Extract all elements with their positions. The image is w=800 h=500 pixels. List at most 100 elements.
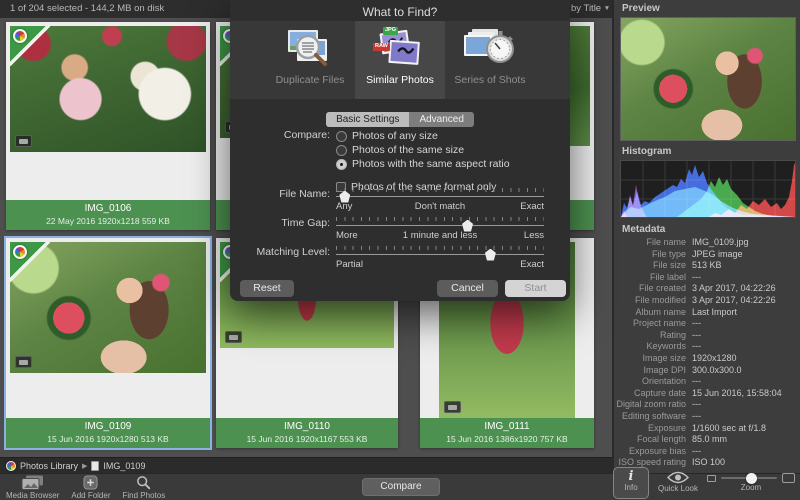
card-footer: IMG_0111 15 Jun 2016 1386x1920 757 KB [420,418,594,448]
format-badge-icon [15,135,32,147]
bottom-toolbar: Media Browser Add Folder Find Photos Com… [0,473,800,500]
photo-card-selected[interactable]: IMG_0109 15 Jun 2016 1920x1280 513 KB [6,238,210,448]
reset-button[interactable]: Reset [240,280,294,297]
breadcrumb: Photos Library ▶ IMG_0109 [0,457,612,473]
photo-thumbnail [10,242,206,373]
media-browser-button[interactable]: Media Browser [6,475,59,500]
radio-any-size[interactable]: Photos of any size [336,129,544,143]
photos-ribbon-icon [10,242,50,282]
radio-icon-selected[interactable] [336,159,347,170]
photos-ribbon-icon [10,26,50,66]
histogram [620,160,796,218]
jpg-badge: JPG [383,27,398,35]
sort-dropdown[interactable]: by Title ▼ [571,0,610,18]
search-icon [136,475,151,490]
format-badge-icon [225,331,242,343]
zoom-label: Zoom [741,483,761,492]
file-details: 15 Jun 2016 1920x1167 553 KB [216,432,398,444]
file-details: 15 Jun 2016 1920x1280 513 KB [6,432,210,444]
metadata-row: File created3 Apr 2017, 04:22:26 [614,283,798,295]
time-gap-slider[interactable]: More 1 minute and less Less [336,217,544,241]
metadata-header: Metadata [622,224,665,235]
add-folder-button[interactable]: Add Folder [71,475,110,500]
metadata-row: File nameIMG_0109.jpg [614,237,798,249]
metadata-row: Editing software--- [614,411,798,423]
metadata-row: Image size1920x1280 [614,353,798,365]
zoom-slider-knob[interactable] [746,473,757,484]
cancel-button[interactable]: Cancel [437,280,498,297]
file-details: 15 Jun 2016 1386x1920 757 KB [420,432,594,444]
metadata-row: File size513 KB [614,260,798,272]
slider-track[interactable] [336,196,544,197]
file-name: IMG_0109 [6,418,210,432]
photo-card[interactable]: IMG_0106 22 May 2016 1920x1218 559 KB [6,22,210,230]
slider-center-label: 1 minute and less [336,230,544,241]
file-name: IMG_0111 [420,418,594,432]
breadcrumb-arrow-icon: ▶ [82,462,87,470]
card-footer: IMG_0109 15 Jun 2016 1920x1280 513 KB [6,418,210,448]
slider-knob[interactable] [485,249,496,261]
zoom-in-icon [782,473,795,483]
metadata-row: Exposure bias--- [614,446,798,458]
time-gap-slider-label: Time Gap: [230,217,330,229]
card-footer: IMG_0110 15 Jun 2016 1920x1167 553 KB [216,418,398,448]
mode-similar-photos[interactable]: JPG RAW Similar Photos [355,21,445,99]
slider-center-label: Don't match [336,201,544,212]
metadata-row: Capture date15 Jun 2016, 15:58:04 [614,388,798,400]
slider-track[interactable] [336,254,544,255]
slider-track[interactable] [336,225,544,226]
inspector-sidebar: Preview Histogram Metadata File na [612,0,800,473]
file-details: 22 May 2016 1920x1218 559 KB [6,214,210,226]
compare-button[interactable]: Compare [362,478,440,496]
zoom-out-icon [707,475,716,482]
file-name: IMG_0106 [6,200,210,214]
settings-tabs: Basic Settings Advanced [230,112,570,127]
matching-level-slider[interactable]: Partial Exact [336,246,544,270]
metadata-row: Keywords--- [614,341,798,353]
zoom-control: Zoom [707,467,795,492]
card-footer: IMG_0106 22 May 2016 1920x1218 559 KB [6,200,210,230]
tab-advanced[interactable]: Advanced [409,112,473,127]
metadata-row: Orientation--- [614,376,798,388]
radio-same-aspect-ratio[interactable]: Photos with the same aspect ratio [336,157,544,171]
metadata-row: File typeJPEG image [614,249,798,261]
mode-duplicate-files[interactable]: Duplicate Files [265,21,355,99]
mode-selector: Duplicate Files [230,21,570,99]
photos-app-icon [13,29,27,43]
plus-icon [83,475,98,490]
metadata-row: File modified3 Apr 2017, 04:22:26 [614,295,798,307]
metadata-row: File label--- [614,272,798,284]
slider-ticks [336,246,544,250]
duplicate-files-icon [282,26,338,72]
matching-level-slider-label: Matching Level: [230,246,330,258]
radio-same-size[interactable]: Photos of the same size [336,143,544,157]
start-button[interactable]: Start [505,280,566,297]
format-badge-icon [444,401,461,413]
mode-series-of-shots[interactable]: Series of Shots [445,21,535,99]
info-button[interactable]: i Info [613,467,649,499]
radio-icon[interactable] [336,145,347,156]
slider-right-label: Less [524,230,544,241]
file-icon [91,461,99,471]
radio-icon[interactable] [336,131,347,142]
file-name-slider[interactable]: Any Don't match Exact [336,188,544,212]
find-photos-button[interactable]: Find Photos [123,475,166,500]
breadcrumb-current[interactable]: IMG_0109 [103,461,145,471]
quick-look-button[interactable]: Quick Look [658,467,698,493]
file-name-slider-label: File Name: [230,188,330,200]
slider-right-label: Exact [520,201,544,212]
file-name: IMG_0110 [216,418,398,432]
tab-basic-settings[interactable]: Basic Settings [326,112,409,127]
format-badge-icon [15,356,32,368]
slider-left-label: Partial [336,259,363,270]
chevron-down-icon: ▼ [604,5,610,12]
metadata-row: Focal length85.0 mm [614,434,798,446]
zoom-slider[interactable] [721,477,777,479]
what-to-find-dialog: What to Find? [230,0,570,301]
info-icon: i [628,470,633,483]
metadata-row: Image DPI300.0x300.0 [614,365,798,377]
photos-app-icon [6,461,16,471]
metadata-row: Digital zoom ratio--- [614,399,798,411]
breadcrumb-root[interactable]: Photos Library [20,461,78,471]
slider-ticks [336,217,544,221]
